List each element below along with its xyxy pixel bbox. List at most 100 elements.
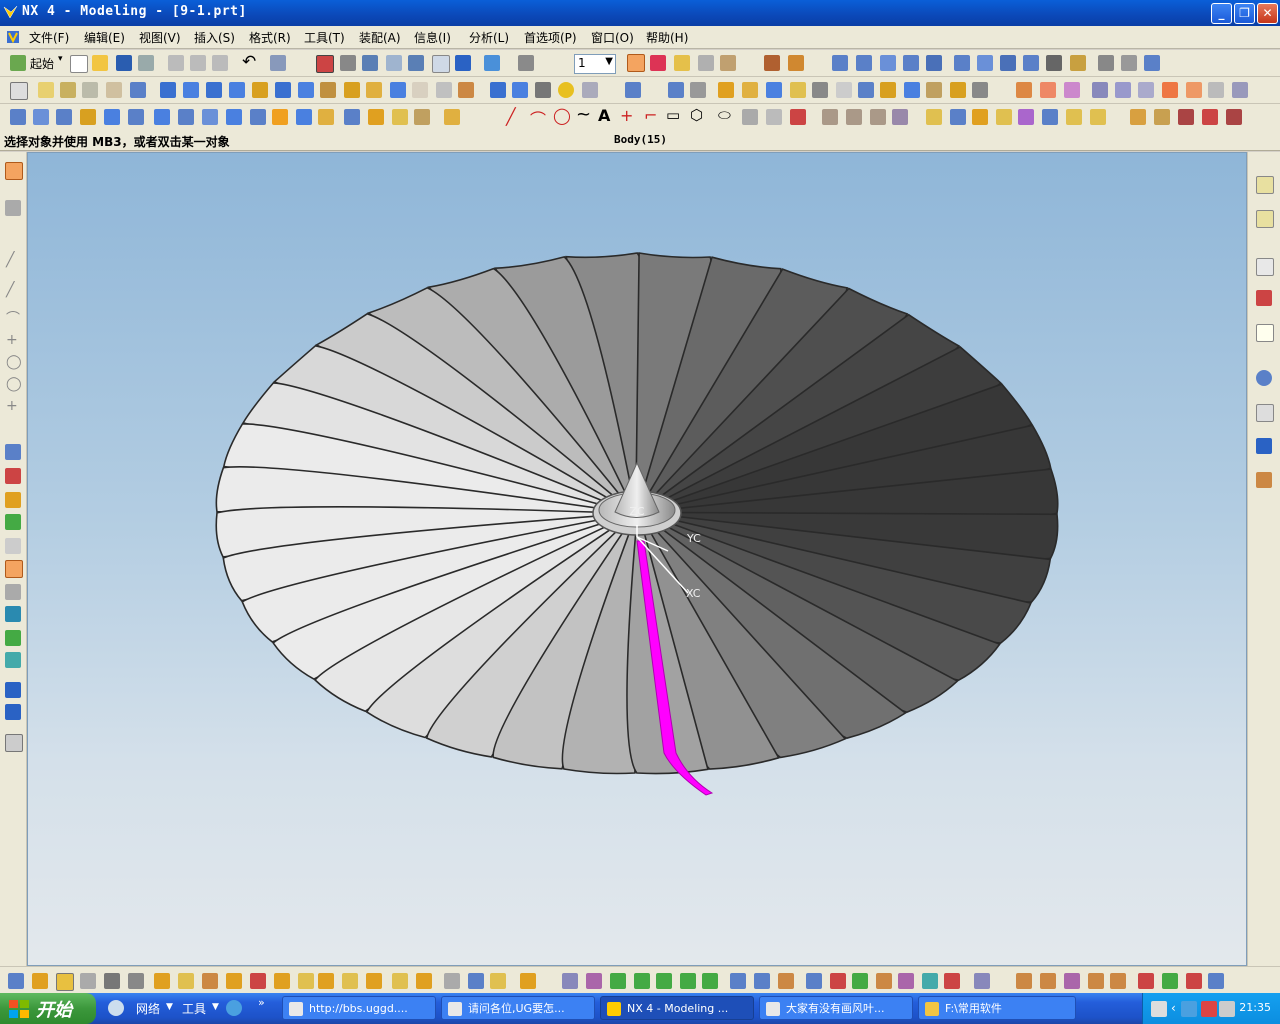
curve-icon-17[interactable] (392, 109, 408, 125)
promote-icon[interactable] (880, 82, 896, 98)
orient-view-icon[interactable] (484, 55, 500, 71)
pad-icon[interactable] (298, 82, 314, 98)
curve-icon-23[interactable] (822, 109, 838, 125)
pan-icon[interactable] (432, 55, 450, 73)
system-materials-icon[interactable] (1256, 404, 1274, 422)
quilt-icon[interactable] (950, 82, 966, 98)
thread-icon[interactable] (366, 82, 382, 98)
surface-icon-4[interactable] (1092, 82, 1108, 98)
help-icon[interactable] (1256, 324, 1274, 342)
bottom-icon-5[interactable] (104, 973, 120, 989)
menu-tools[interactable]: 工具(T) (304, 29, 345, 46)
menu-assembly[interactable]: 装配(A) (359, 29, 401, 46)
curve-icon-1[interactable] (10, 109, 26, 125)
view-icon-2[interactable] (856, 55, 872, 71)
bottom-icon-39[interactable] (944, 973, 960, 989)
curve-icon-13[interactable] (296, 109, 312, 125)
bottom-icon-13[interactable] (298, 973, 314, 989)
pocket-icon[interactable] (275, 82, 291, 98)
bottom-icon-4[interactable] (80, 973, 96, 989)
ie-quick-icon[interactable] (226, 1000, 242, 1016)
bottom-icon-45[interactable] (1110, 973, 1126, 989)
graphics-window[interactable]: ZC YC XC (27, 152, 1247, 966)
bottom-icon-1[interactable] (8, 973, 24, 989)
circle-icon[interactable]: ◯ (553, 106, 571, 125)
minimize-button[interactable]: _ (1211, 3, 1232, 24)
bottom-icon-18[interactable] (416, 973, 432, 989)
bottom-icon-22[interactable] (520, 973, 536, 989)
trim-body-icon[interactable] (458, 82, 474, 98)
bottom-icon-30[interactable] (730, 973, 746, 989)
view-icon-6[interactable] (954, 55, 970, 71)
bottom-icon-46[interactable] (1138, 973, 1154, 989)
start-button[interactable]: 开始 (0, 993, 96, 1024)
bottom-icon-24[interactable] (586, 973, 602, 989)
bottom-icon-35[interactable] (852, 973, 868, 989)
bottom-icon-8[interactable] (178, 973, 194, 989)
bottom-icon-12[interactable] (274, 973, 290, 989)
slot-icon[interactable] (320, 82, 336, 98)
task-nx-modeling[interactable]: NX 4 - Modeling ... (600, 996, 754, 1020)
task-browser-1[interactable]: http://bbs.uggd.... (282, 996, 436, 1020)
curve-icon-14[interactable] (318, 109, 334, 125)
analysis-icon[interactable] (674, 55, 690, 71)
surface-icon-5[interactable] (1115, 82, 1131, 98)
select-icon[interactable] (5, 162, 23, 180)
curve-icon-20[interactable] (742, 109, 758, 125)
open-folder-icon[interactable] (92, 55, 108, 71)
curve-icon-12[interactable] (272, 109, 288, 125)
feature-group-icon[interactable] (972, 82, 988, 98)
bottom-icon-40[interactable] (974, 973, 990, 989)
tray-icon[interactable] (1219, 1001, 1235, 1017)
spline-icon[interactable]: ~ (576, 104, 591, 125)
cylinder-icon[interactable] (160, 82, 176, 98)
sketch-tool-icon[interactable] (5, 200, 21, 216)
curve-icon-38[interactable] (1202, 109, 1218, 125)
polygon-icon[interactable]: ⬡ (690, 106, 703, 124)
wave-link-icon[interactable] (698, 55, 714, 71)
constraint-icon-5[interactable] (5, 538, 21, 554)
chevron-left-icon[interactable]: ‹ (1171, 1001, 1176, 1015)
bottom-icon-19[interactable] (444, 973, 460, 989)
extract-icon[interactable] (858, 82, 874, 98)
chevron-down-icon[interactable]: ▾ (58, 54, 63, 64)
zoom-icon[interactable] (362, 55, 378, 71)
bottom-icon-47[interactable] (1162, 973, 1178, 989)
constraint-icon-9[interactable] (5, 630, 21, 646)
bottom-icon-17[interactable] (392, 973, 408, 989)
point-tool-icon-2[interactable]: + (6, 398, 18, 414)
curve-icon-16[interactable] (368, 109, 384, 125)
cone-icon[interactable] (183, 82, 199, 98)
bottom-icon-7[interactable] (154, 973, 170, 989)
menu-view[interactable]: 视图(V) (139, 29, 181, 46)
bottom-icon-9[interactable] (202, 973, 218, 989)
extrude-icon[interactable] (38, 82, 54, 98)
ellipse-icon[interactable]: ⬭ (718, 106, 731, 124)
measure-icon[interactable] (720, 55, 736, 71)
mirror-icon[interactable] (625, 82, 641, 98)
save-icon[interactable] (116, 55, 132, 71)
draft-icon[interactable] (535, 82, 551, 98)
curve-icon-8[interactable] (178, 109, 194, 125)
curve-icon-26[interactable] (892, 109, 908, 125)
constraint-icon-10[interactable] (5, 652, 21, 668)
close-button[interactable]: ✕ (1257, 3, 1278, 24)
bottom-icon-32[interactable] (778, 973, 794, 989)
task-browser-3[interactable]: 大家有没有画风叶... (759, 996, 913, 1020)
curve-icon-11[interactable] (250, 109, 266, 125)
network-tray-icon[interactable] (1181, 1001, 1197, 1017)
fan-model[interactable]: ZC YC XC (28, 153, 1246, 965)
circle-tool-icon-2[interactable]: ◯ (6, 376, 22, 392)
shell-icon[interactable] (558, 82, 574, 98)
block-icon[interactable] (130, 82, 146, 98)
new-file-icon[interactable] (70, 55, 88, 73)
selection-mode-icon[interactable] (627, 54, 645, 72)
bottom-icon-41[interactable] (1016, 973, 1032, 989)
volume-tray-icon[interactable] (1201, 1001, 1217, 1017)
bottom-icon-38[interactable] (922, 973, 938, 989)
quicklaunch-network[interactable]: 网络 (136, 1000, 160, 1017)
line-tool-icon[interactable]: ╱ (6, 252, 14, 268)
curve-icon-31[interactable] (1018, 109, 1034, 125)
task-folder[interactable]: F:\常用软件 (918, 996, 1076, 1020)
print-icon[interactable] (138, 55, 154, 71)
